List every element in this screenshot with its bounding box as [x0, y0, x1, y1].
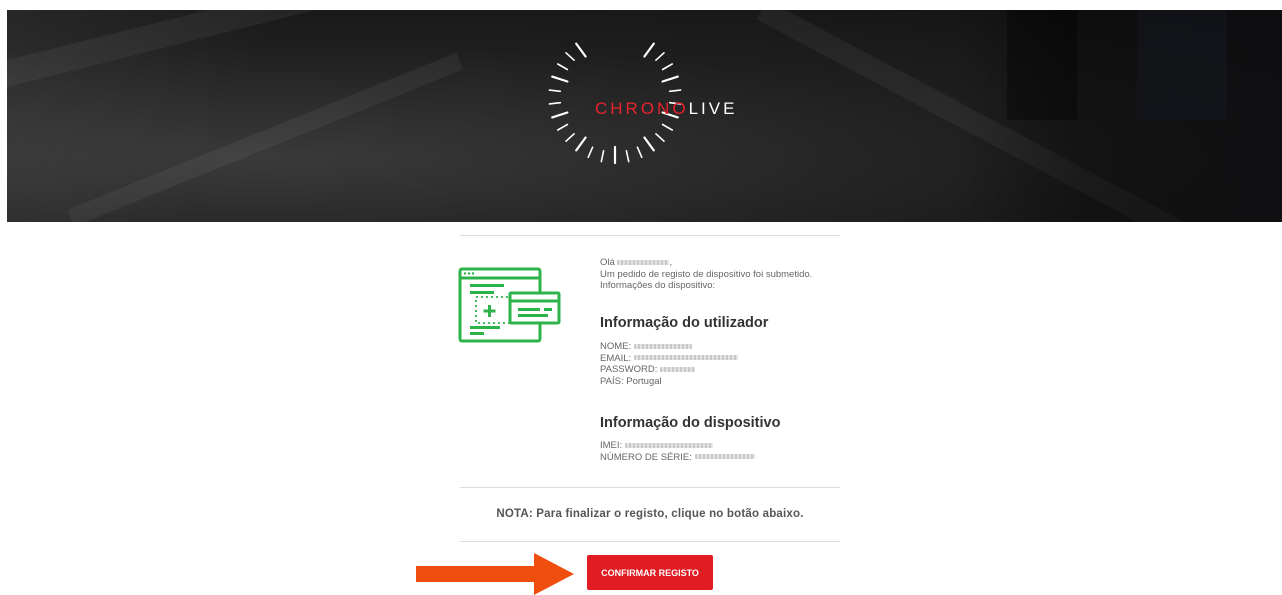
confirm-registration-button[interactable]: CONFIRMAR REGISTO — [587, 555, 713, 590]
logo-tick — [661, 123, 673, 131]
field-serial-label: NÚMERO DE SÉRIE: — [600, 451, 692, 463]
device-registration-icon — [458, 267, 561, 343]
divider-middle — [460, 487, 840, 488]
logo-tick — [600, 150, 605, 163]
logo-tick — [565, 133, 575, 142]
logo-tick — [636, 146, 643, 159]
divider-bottom — [460, 541, 840, 542]
logo-tick — [575, 136, 587, 152]
user-info-title: Informação do utilizador — [600, 315, 769, 331]
building-panel — [1007, 10, 1077, 120]
logo-tick — [557, 123, 569, 131]
logo-tick — [655, 51, 665, 62]
chronolive-logo-icon — [548, 42, 682, 165]
field-imei: IMEI: — [600, 440, 755, 452]
redacted-serial — [694, 454, 755, 460]
field-name-label: NOME: — [600, 341, 632, 352]
field-password: PASSWORD: — [600, 364, 738, 376]
field-country-value: Portugal — [626, 375, 662, 387]
divider-top — [460, 235, 840, 236]
logo-tick — [548, 89, 562, 93]
logo-tick — [548, 101, 562, 105]
greeting-block: Olá , Um pedido de registo de dispositiv… — [600, 257, 812, 292]
brand-part1: CHRONO — [595, 99, 689, 118]
redacted-email — [633, 355, 738, 361]
building-panel — [1137, 10, 1227, 120]
field-country-label: PAÍS: — [600, 375, 624, 387]
field-imei-label: IMEI: — [600, 440, 623, 451]
logo-tick — [551, 111, 569, 119]
logo-tick — [655, 133, 665, 142]
field-name: NOME: — [600, 341, 738, 353]
logo-tick — [575, 42, 587, 58]
redacted-username — [617, 259, 670, 265]
brand-part2: LIVE — [688, 99, 738, 118]
logo-tick — [643, 136, 655, 152]
registration-note: NOTA: Para finalizar o registo, clique n… — [496, 508, 804, 520]
greeting-comma: , — [669, 257, 673, 268]
logo-tick — [625, 150, 630, 163]
logo-tick — [557, 63, 569, 71]
greeting-line: Olá , — [600, 257, 812, 269]
pointer-arrow-icon — [416, 553, 574, 595]
field-country: PAÍS: Portugal — [600, 376, 738, 388]
user-info-fields: NOME: EMAIL: PASSWORD: PAÍS: Portugal — [600, 341, 738, 387]
device-info-title: Informação do dispositivo — [600, 415, 781, 431]
redacted-imei — [624, 442, 713, 448]
logo-tick — [661, 75, 679, 83]
greeting-hello: Olá — [600, 257, 615, 268]
field-email-label: EMAIL: — [600, 352, 632, 364]
logo-tick — [668, 89, 682, 93]
logo-tick — [565, 51, 575, 62]
banner-shadow — [952, 10, 1282, 222]
field-email: EMAIL: — [600, 353, 738, 365]
device-info-intro: Informações do dispositivo: — [600, 280, 716, 291]
field-serial: NÚMERO DE SÉRIE: — [600, 452, 755, 464]
device-info-fields: IMEI: NÚMERO DE SÉRIE: — [600, 440, 755, 463]
logo-tick — [551, 75, 569, 83]
redacted-name — [633, 343, 692, 349]
road-streak — [67, 52, 464, 222]
logo-tick — [587, 146, 594, 159]
greeting-message: Um pedido de registo de dispositivo foi … — [600, 268, 813, 280]
logo-tick — [661, 63, 673, 71]
field-password-label: PASSWORD: — [600, 364, 658, 375]
redacted-password — [660, 366, 695, 372]
brand-logo-text: CHRONOLIVE — [595, 99, 737, 119]
logo-tick — [643, 42, 655, 58]
